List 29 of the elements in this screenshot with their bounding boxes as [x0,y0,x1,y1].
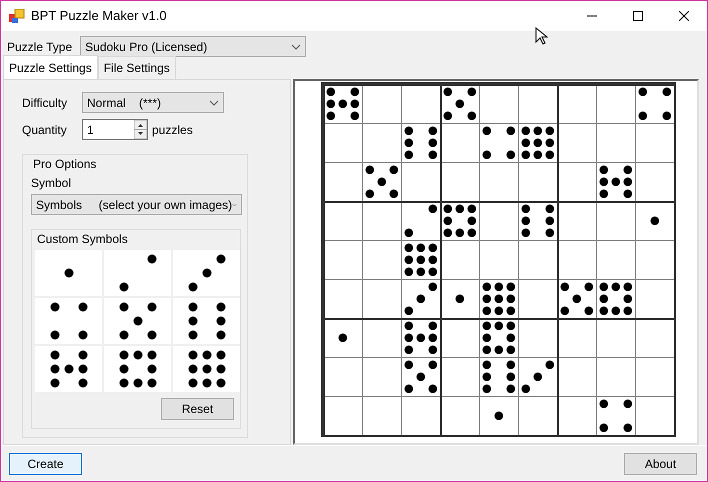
maximize-icon[interactable] [633,11,643,21]
symbol-slot[interactable] [104,298,171,344]
app-icon [9,9,25,24]
unit-label: puzzles [152,122,193,138]
reset-button[interactable]: Reset [161,398,234,420]
tab[interactable]: Puzzle Settings [3,55,98,79]
field-label: Quantity [22,122,68,138]
symbol-slot[interactable] [173,250,240,296]
symbol-label: Symbol [31,175,72,192]
sudoku-grid[interactable] [321,82,676,437]
difficulty-dropdown[interactable]: Normal (***) [82,92,224,113]
symbol-slot[interactable] [104,250,171,296]
puzzle-type-label: Puzzle Type [7,38,72,56]
symbol-slot[interactable] [173,298,240,344]
create-button[interactable]: Create [9,452,82,474]
minimize-icon[interactable] [587,15,597,17]
puzzle-type-dropdown[interactable]: Sudoku Pro (Licensed) [80,36,306,57]
about-button[interactable]: About [624,452,697,474]
spin-arrows-icon [134,120,147,139]
quantity-spinner[interactable]: 1 [82,119,148,140]
window-title: BPT Puzzle Maker v1.0 [31,7,167,26]
symbol-slot[interactable] [173,346,240,392]
symbol-dropdown[interactable]: Symbols (select your own images) [31,194,242,215]
symbol-slot[interactable] [35,346,102,392]
tab[interactable]: File Settings [98,56,176,79]
close-icon[interactable] [679,11,689,21]
symbol-slot[interactable] [35,298,102,344]
field-label: Difficulty [22,94,68,112]
symbol-slot[interactable] [104,346,171,392]
